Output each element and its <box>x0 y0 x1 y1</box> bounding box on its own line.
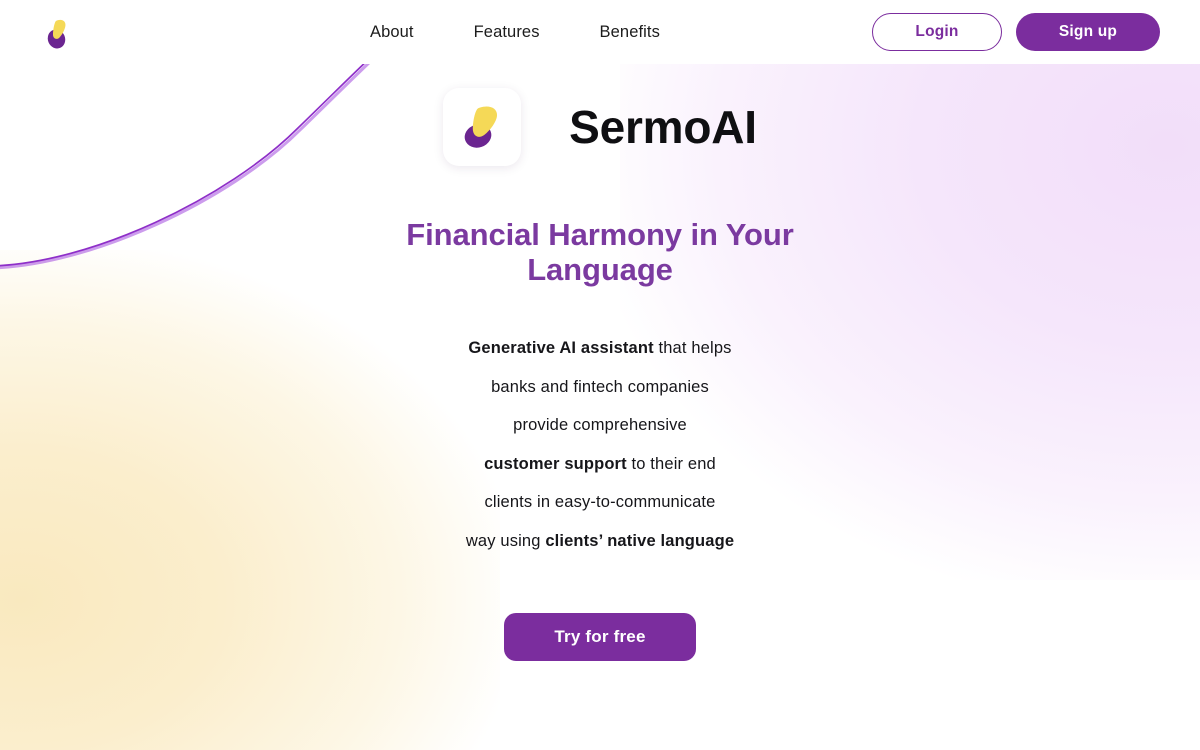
try-for-free-button[interactable]: Try for free <box>504 613 696 662</box>
brand-name: SermoAI <box>569 101 757 153</box>
hero-text-4: to their end <box>626 454 716 473</box>
page-root: About Features Benefits Login Sign up Se… <box>0 0 1200 750</box>
hero-description-line-6: way using clients’ native language <box>320 522 880 561</box>
nav-link-benefits[interactable]: Benefits <box>600 24 660 41</box>
main-navigation: About Features Benefits <box>370 0 660 64</box>
hero-emphasis-native-language: clients’ native language <box>545 531 735 550</box>
signup-button[interactable]: Sign up <box>1016 13 1160 51</box>
hero-description-line-3: provide comprehensive <box>513 416 687 435</box>
nav-link-features[interactable]: Features <box>474 24 540 41</box>
page-title-line-2: Language <box>527 251 673 287</box>
hero-description: Generative AI assistant that helps banks… <box>320 329 880 560</box>
page-title: Financial Harmony in Your Language <box>365 217 835 287</box>
page-title-line-1: Financial Harmony in Your <box>406 217 794 252</box>
hero-description-line-2: banks and fintech companies <box>491 377 709 396</box>
hero-description-line-1: Generative AI assistant that helps <box>320 329 880 368</box>
brand-row: SermoAI <box>443 88 757 166</box>
hero-emphasis-customer-support: customer support <box>484 454 627 473</box>
hero-text-6: way using <box>465 531 546 550</box>
header-actions: Login Sign up <box>872 0 1160 64</box>
site-header: About Features Benefits Login Sign up <box>0 0 1200 64</box>
header-logo-icon[interactable] <box>40 14 78 52</box>
hero-description-line-5: clients in easy-to-communicate <box>484 493 716 512</box>
nav-link-about[interactable]: About <box>370 24 414 41</box>
brand-logo-icon <box>443 88 522 166</box>
hero-text-1: that helps <box>653 339 732 358</box>
login-button[interactable]: Login <box>872 13 1002 51</box>
hero-emphasis-generative-ai: Generative AI assistant <box>468 339 654 358</box>
hero-description-line-4: customer support to their end <box>320 445 880 484</box>
hero-section: SermoAI Financial Harmony in Your Langua… <box>0 64 1200 662</box>
